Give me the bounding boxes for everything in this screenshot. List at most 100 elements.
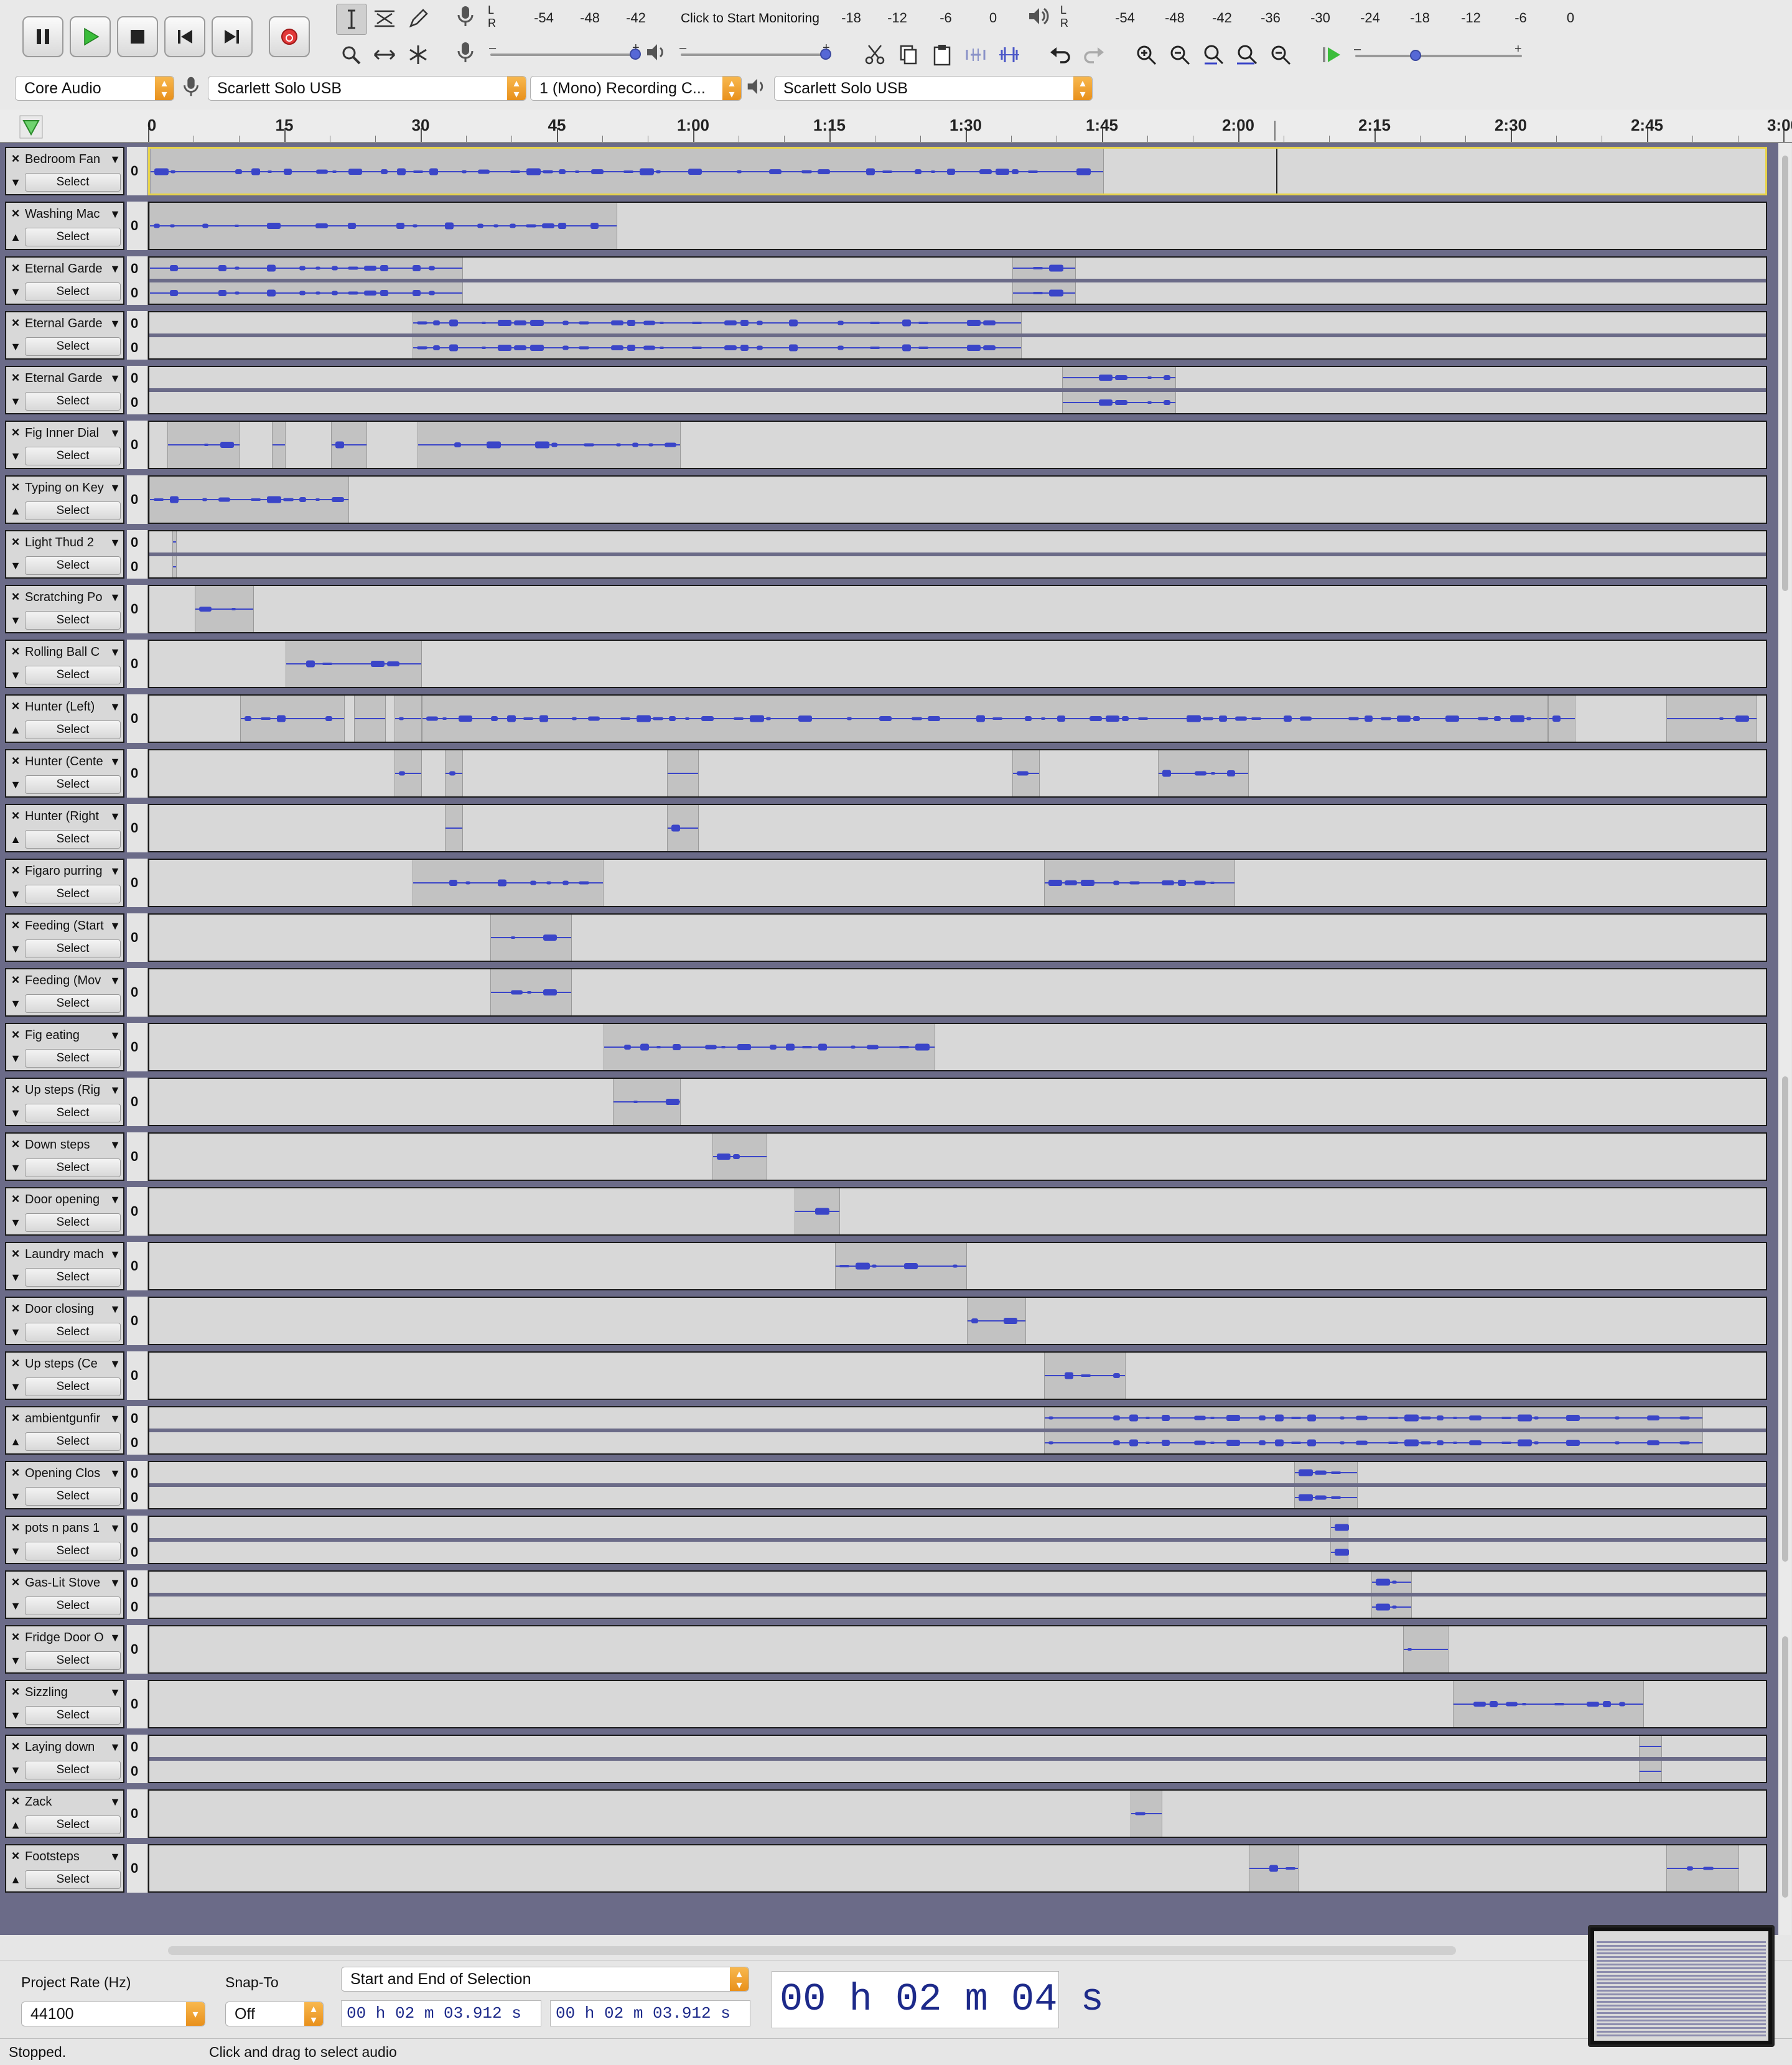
track-select-button[interactable]: Select [25,1816,121,1834]
audio-clip[interactable] [612,1079,681,1125]
track-select-button[interactable]: Select [25,885,121,903]
skip-end-button[interactable] [212,16,253,57]
track-vertical-ruler[interactable]: 0 [127,1078,148,1126]
waveform-area[interactable] [148,147,1767,195]
track-select-button[interactable]: Select [25,556,121,575]
audio-clip[interactable] [167,422,240,468]
track-select-button[interactable]: Select [25,1213,121,1232]
collapse-track-icon[interactable]: ▼ [9,340,22,353]
waveform-area[interactable] [148,256,1767,305]
track-control-panel[interactable]: × Opening Clos ▼ ▼ Select [5,1461,124,1509]
track-vertical-ruler[interactable]: 00 [127,1461,148,1509]
audio-track[interactable]: × Opening Clos ▼ ▼ Select 0 0 [5,1461,1767,1509]
track-name[interactable]: Laying down [25,1738,106,1756]
audio-clip[interactable] [1044,1407,1703,1429]
audio-clip[interactable] [353,696,386,742]
track-name[interactable]: Eternal Garde [25,370,106,387]
track-select-button[interactable]: Select [25,830,121,849]
track-control-panel[interactable]: × Down steps ▼ ▼ Select [5,1132,124,1181]
close-track-icon[interactable]: × [9,480,22,494]
track-menu-chevron-down-icon[interactable]: ▼ [108,427,122,439]
track-vertical-ruler[interactable]: 0 [127,1789,148,1838]
track-control-panel[interactable]: × Footsteps ▼ ▲ Select [5,1844,124,1893]
track-name[interactable]: Hunter (Right [25,808,106,825]
audio-track[interactable]: × Feeding (Start ▼ ▼ Select 0 [5,913,1767,962]
track-vertical-ruler[interactable]: 0 [127,804,148,852]
collapse-track-icon[interactable]: ▼ [9,394,22,408]
track-vertical-ruler[interactable]: 0 [127,202,148,250]
track-control-panel[interactable]: × Feeding (Start ▼ ▼ Select [5,913,124,962]
track-menu-chevron-down-icon[interactable]: ▼ [108,317,122,330]
audio-clip[interactable] [1666,1845,1739,1891]
close-track-icon[interactable]: × [9,1849,22,1863]
track-select-button[interactable]: Select [25,1542,121,1560]
track-menu-chevron-down-icon[interactable]: ▼ [108,920,122,932]
audio-track[interactable]: × Up steps (Ce ▼ ▼ Select 0 [5,1351,1767,1400]
audio-clip[interactable] [417,422,681,468]
track-menu-chevron-down-icon[interactable]: ▼ [108,701,122,713]
audio-clip[interactable] [835,1243,967,1289]
audio-host-select[interactable]: Core Audio ▴ ▾ [15,76,174,101]
playback-meter-speaker-icon[interactable] [1025,4,1053,31]
audio-clip[interactable] [413,337,1022,358]
paste-button[interactable] [927,40,957,70]
playback-volume-knob[interactable] [820,49,831,60]
collapse-track-icon[interactable]: ▼ [9,997,22,1010]
audio-clip[interactable] [149,282,463,304]
track-menu-chevron-down-icon[interactable]: ▼ [108,1850,122,1863]
audio-clip[interactable] [444,750,463,796]
audio-track[interactable]: × Fig Inner Dial ▼ ▼ Select 0 [5,421,1767,469]
track-menu-chevron-down-icon[interactable]: ▼ [108,1358,122,1370]
track-vertical-ruler[interactable]: 0 [127,1297,148,1345]
audio-track[interactable]: × Door closing ▼ ▼ Select 0 [5,1297,1767,1345]
track-name[interactable]: Typing on Key [25,479,106,496]
redo-button[interactable] [1079,40,1109,70]
track-name[interactable]: Laundry mach [25,1246,106,1263]
waveform-area[interactable] [148,640,1767,688]
audio-clip[interactable] [240,696,345,742]
close-track-icon[interactable]: × [9,426,22,439]
track-name[interactable]: Fig Inner Dial [25,424,106,442]
track-select-button[interactable]: Select [25,1761,121,1779]
track-menu-chevron-down-icon[interactable]: ▼ [108,865,122,877]
close-track-icon[interactable]: × [9,918,22,932]
track-select-button[interactable]: Select [25,1651,121,1670]
audio-clip[interactable] [1044,1353,1126,1399]
track-control-panel[interactable]: × Fridge Door O ▼ ▼ Select [5,1625,124,1674]
waveform-area[interactable] [148,1625,1767,1674]
waveform-area[interactable] [148,913,1767,962]
track-select-button[interactable]: Select [25,994,121,1013]
audio-clip[interactable] [413,312,1022,333]
track-control-panel[interactable]: × Gas-Lit Stove ▼ ▼ Select [5,1570,124,1619]
track-name[interactable]: Rolling Ball C [25,643,106,661]
track-name[interactable]: Up steps (Ce [25,1355,106,1373]
multi-tool[interactable] [403,40,433,70]
time-shift-tool[interactable] [370,40,399,70]
track-vertical-ruler[interactable]: 00 [127,256,148,305]
track-control-panel[interactable]: × ambientgunfir ▼ ▲ Select [5,1406,124,1455]
track-control-panel[interactable]: × Hunter (Right ▼ ▲ Select [5,804,124,852]
track-select-button[interactable]: Select [25,1158,121,1177]
track-control-panel[interactable]: × Light Thud 2 ▼ ▼ Select [5,530,124,579]
track-control-panel[interactable]: × Eternal Garde ▼ ▼ Select [5,366,124,414]
play-speed-slider[interactable]: – + [1354,42,1522,61]
track-control-panel[interactable]: × Eternal Garde ▼ ▼ Select [5,256,124,305]
waveform-area[interactable] [148,804,1767,852]
track-menu-chevron-down-icon[interactable]: ▼ [108,1139,122,1151]
close-track-icon[interactable]: × [9,316,22,330]
audio-track[interactable]: × ambientgunfir ▼ ▲ Select 0 0 [5,1406,1767,1455]
track-vertical-ruler[interactable]: 00 [127,530,148,579]
track-vertical-ruler[interactable]: 0 [127,1625,148,1674]
audio-clip[interactable] [172,531,177,552]
track-vertical-ruler[interactable]: 00 [127,311,148,360]
close-track-icon[interactable]: × [9,1028,22,1042]
recording-channels-select[interactable]: 1 (Mono) Recording C... ▴ ▾ [530,76,742,101]
play-button[interactable] [70,16,111,57]
track-name[interactable]: Fridge Door O [25,1629,106,1646]
track-menu-chevron-down-icon[interactable]: ▼ [108,646,122,658]
track-select-button[interactable]: Select [25,1104,121,1122]
audio-clip[interactable] [1062,367,1176,388]
track-control-panel[interactable]: × Up steps (Ce ▼ ▼ Select [5,1351,124,1400]
record-meter-mic-icon[interactable] [453,4,480,31]
track-menu-chevron-down-icon[interactable]: ▼ [108,536,122,549]
